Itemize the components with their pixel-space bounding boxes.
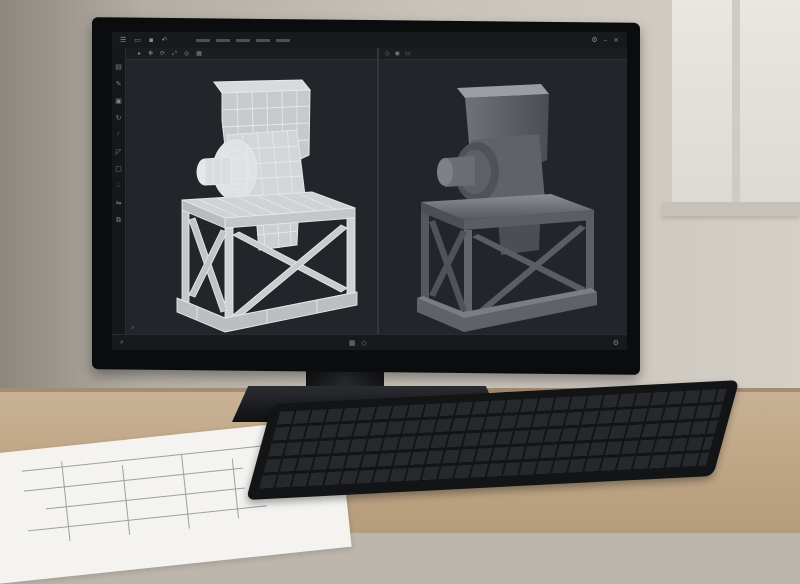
sketch-icon[interactable]: ✎ — [116, 81, 122, 88]
menu-item[interactable] — [195, 38, 210, 42]
tool-sidebar: ▤ ✎ ▣ ↻ ◜ ◸ ▢ ⁘ ⇋ ⧉ — [112, 48, 126, 350]
assembly-icon[interactable]: ⧉ — [116, 217, 121, 224]
menu-item[interactable] — [215, 38, 230, 42]
minimize-icon[interactable]: – — [604, 36, 608, 44]
shell-icon[interactable]: ▢ — [115, 166, 122, 173]
titlebar-controls: ⚙ – × — [591, 36, 627, 44]
chamfer-icon[interactable]: ◸ — [116, 149, 121, 156]
camera-icon[interactable]: ▭ — [405, 50, 411, 57]
wireframe-viewport[interactable]: ⌕ — [127, 60, 377, 334]
shaded-viewport[interactable]: ◇ ◉ ▭ — [379, 50, 627, 334]
window — [672, 0, 800, 210]
undo-icon[interactable]: ↶ — [162, 36, 168, 44]
view-cube-icon[interactable]: ◇ — [385, 50, 390, 57]
rotate-icon[interactable]: ⟳ — [160, 50, 165, 57]
monitor-screen: ☰ ▭ ▪ ↶ ⚙ – × ▸ ✥ ⟳ ⤢ ◎ ▦ ▤ ✎ ▣ ↻ ◜ ◸ ▢ … — [112, 32, 627, 350]
menu-icon[interactable]: ☰ — [120, 36, 126, 44]
settings-icon[interactable]: ⚙ — [613, 339, 619, 347]
menu-item[interactable] — [255, 38, 270, 42]
statusbar-center: ▦ ◇ — [349, 339, 367, 347]
viewport-left-controls: ⌕ — [131, 324, 134, 332]
extrude-icon[interactable]: ▣ — [115, 98, 122, 105]
layers-icon[interactable]: ▤ — [115, 64, 122, 71]
drawing-line — [23, 467, 243, 492]
shaded-model — [417, 84, 597, 332]
wireframe-model — [176, 79, 358, 333]
eye-icon[interactable]: ◉ — [395, 50, 400, 57]
mirror-icon[interactable]: ⇋ — [116, 200, 122, 207]
drawing-line — [45, 487, 245, 510]
viewport-right-toolbar: ◇ ◉ ▭ — [385, 50, 411, 57]
menu-item[interactable] — [235, 38, 250, 42]
search-icon[interactable]: ⌕ — [131, 324, 134, 332]
settings-icon[interactable]: ⚙ — [591, 36, 597, 44]
window-mullion — [732, 0, 740, 210]
close-icon[interactable]: × — [613, 36, 619, 44]
revolve-icon[interactable]: ↻ — [116, 115, 122, 122]
search-icon[interactable]: ⌕ — [120, 338, 124, 347]
move-icon[interactable]: ✥ — [148, 50, 153, 57]
select-icon[interactable]: ▸ — [138, 50, 141, 57]
statusbar-right: ⚙ — [613, 339, 619, 347]
folder-icon[interactable]: ▭ — [134, 36, 141, 44]
scale-icon[interactable]: ⤢ — [172, 50, 177, 58]
drawing-line — [61, 461, 71, 542]
fillet-icon[interactable]: ◜ — [117, 132, 120, 139]
window-sill — [662, 202, 800, 216]
grid-icon[interactable]: ▦ — [196, 50, 202, 57]
statusbar: ⌕ ▦ ◇ ⚙ — [112, 334, 627, 350]
save-icon[interactable]: ▪ — [149, 36, 154, 44]
snap-icon[interactable]: ◎ — [184, 50, 189, 57]
menu-bar — [195, 38, 290, 42]
keyboard-keys — [258, 388, 727, 490]
toolbar: ▸ ✥ ⟳ ⤢ ◎ ▦ — [112, 48, 627, 60]
drawing-line — [180, 453, 190, 529]
view-cube-icon[interactable]: ◇ — [362, 339, 367, 347]
drawing-line — [28, 505, 267, 532]
grid-icon[interactable]: ▦ — [349, 339, 356, 347]
app-titlebar: ☰ ▭ ▪ ↶ ⚙ – × — [112, 32, 627, 48]
pattern-icon[interactable]: ⁘ — [116, 183, 122, 190]
menu-item[interactable] — [275, 38, 290, 42]
